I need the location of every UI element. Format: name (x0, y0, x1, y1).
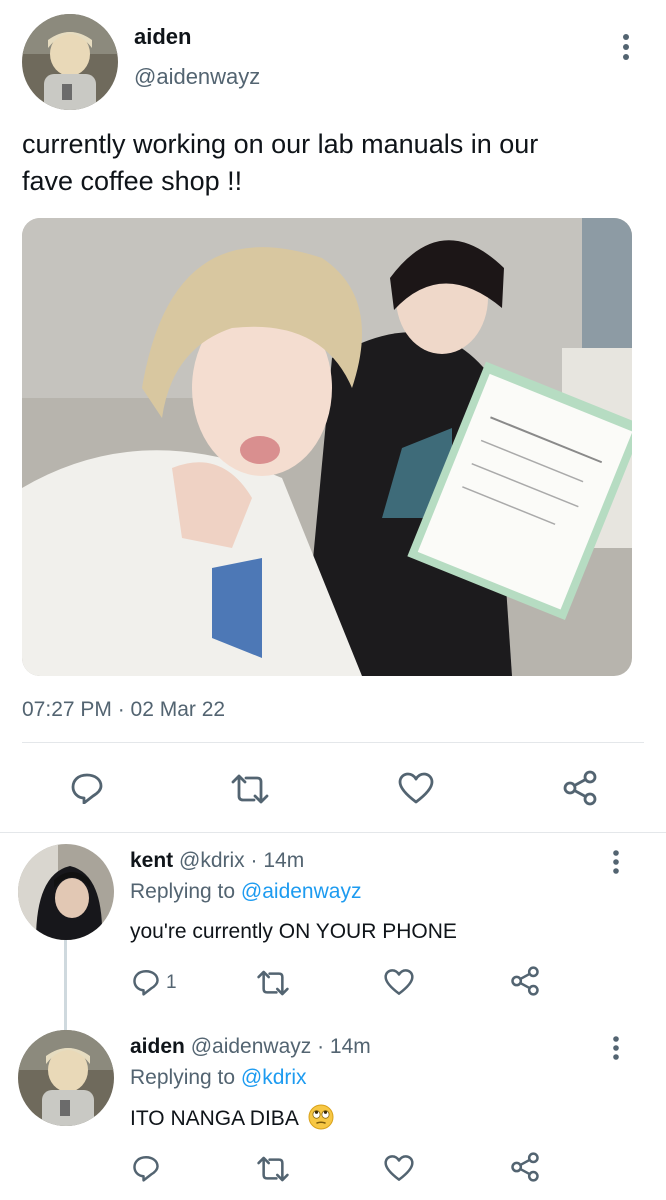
rolling-eyes-emoji-icon (308, 1104, 334, 1136)
tweet-text-line-2: fave coffee shop !! (22, 166, 243, 196)
reply-time: · 14m (317, 1035, 371, 1058)
like-button[interactable] (398, 772, 434, 804)
reply-header: aiden @aidenwayz · 14m (130, 1035, 371, 1059)
like-button[interactable] (384, 1154, 414, 1182)
reply-icon (71, 773, 103, 804)
reply-icon (133, 1156, 159, 1182)
reply-avatar[interactable] (18, 1030, 114, 1126)
author-handle[interactable]: @aidenwayz (134, 64, 260, 90)
reply-text-container: ITO NANGA DIBA (130, 1104, 334, 1136)
tweet-timestamp[interactable]: 07:27 PM · 02 Mar 22 (22, 698, 225, 722)
share-icon (511, 966, 539, 996)
like-button[interactable] (384, 968, 414, 996)
reply-text: ITO NANGA DIBA (130, 1107, 298, 1130)
replying-to-link[interactable]: @aidenwayz (241, 880, 362, 903)
reply-author-handle[interactable]: @kdrix (179, 849, 245, 872)
reply-author-handle[interactable]: @aidenwayz (191, 1035, 312, 1058)
share-icon (511, 1152, 539, 1182)
replying-to: Replying to @aidenwayz (130, 880, 361, 904)
thread-line (64, 940, 67, 1032)
reply-author-name[interactable]: aiden (130, 1035, 185, 1058)
reply-button[interactable] (132, 968, 160, 996)
like-icon (384, 1155, 414, 1181)
more-options-icon[interactable] (612, 850, 620, 874)
like-icon (398, 772, 434, 804)
reply-header: kent @kdrix · 14m (130, 849, 304, 873)
retweet-icon (257, 970, 289, 996)
share-icon (563, 770, 597, 806)
reply-text: you're currently ON YOUR PHONE (130, 920, 457, 943)
reply-author-name[interactable]: kent (130, 849, 173, 872)
share-button[interactable] (510, 966, 540, 996)
retweet-button[interactable] (256, 970, 290, 996)
more-options-icon[interactable] (622, 34, 630, 60)
tweet-text-line-1: currently working on our lab manuals in … (22, 129, 539, 159)
tweet-text: currently working on our lab manuals in … (22, 126, 642, 200)
divider (22, 742, 644, 743)
like-icon (384, 969, 414, 995)
replying-to-link[interactable]: @kdrix (241, 1066, 307, 1089)
tweet-photo[interactable] (22, 218, 632, 676)
share-button[interactable] (510, 1152, 540, 1182)
retweet-button[interactable] (230, 774, 270, 804)
retweet-icon (231, 774, 269, 804)
reply-button[interactable] (70, 772, 104, 804)
reply-count: 1 (166, 972, 177, 993)
share-button[interactable] (562, 770, 598, 806)
retweet-button[interactable] (256, 1156, 290, 1182)
replying-to-label: Replying to (130, 1066, 236, 1089)
reply-time: · 14m (250, 849, 305, 872)
author-avatar[interactable] (22, 14, 118, 110)
reply-avatar[interactable] (18, 844, 114, 940)
retweet-icon (257, 1156, 289, 1182)
reply-icon (133, 970, 159, 996)
author-name[interactable]: aiden (134, 24, 191, 50)
more-options-icon[interactable] (612, 1036, 620, 1060)
replying-to: Replying to @kdrix (130, 1066, 307, 1090)
replying-to-label: Replying to (130, 880, 236, 903)
reply-button[interactable] (132, 1154, 160, 1182)
section-divider (0, 832, 666, 833)
